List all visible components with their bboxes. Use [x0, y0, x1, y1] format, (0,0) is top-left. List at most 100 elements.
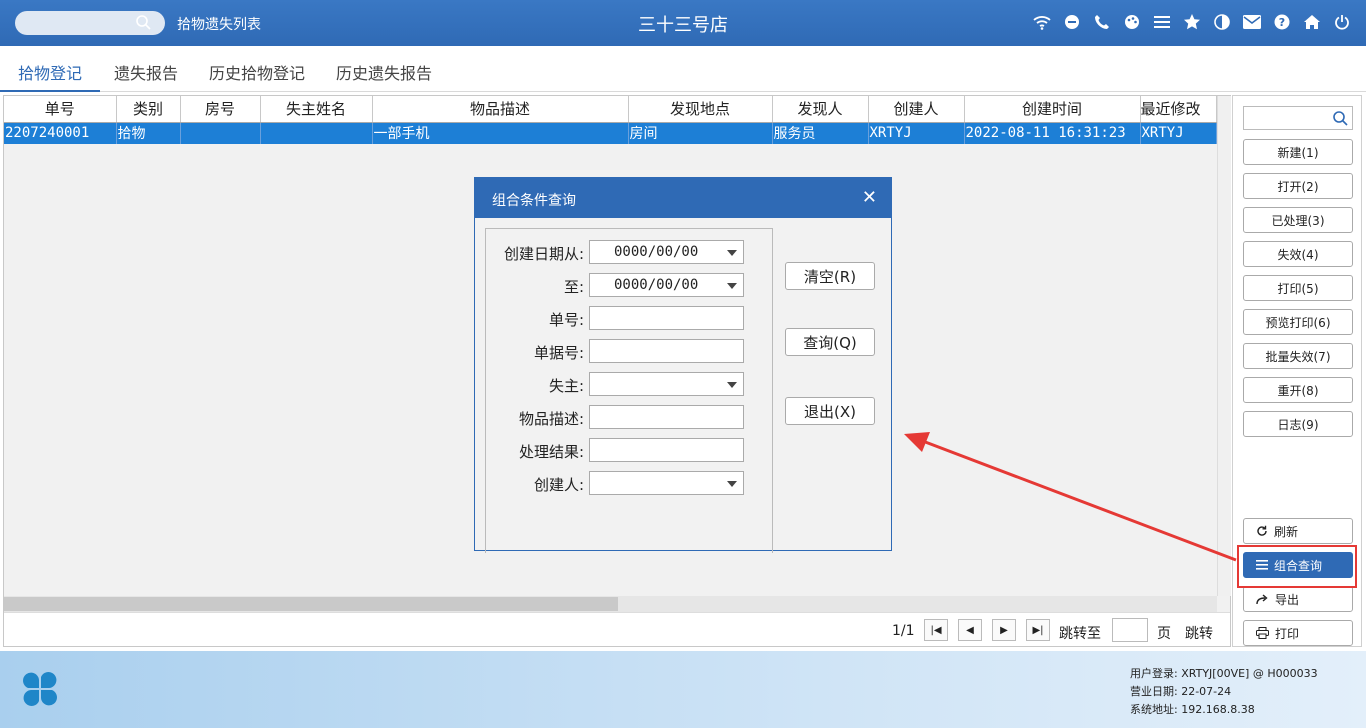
- wifi-icon[interactable]: [1032, 12, 1052, 32]
- column-header[interactable]: 发现人: [772, 96, 869, 123]
- prev-page-icon: ◀: [966, 624, 974, 636]
- open-button[interactable]: 打开(2): [1243, 173, 1353, 199]
- close-icon[interactable]: ✕: [862, 189, 877, 207]
- reopen-button[interactable]: 重开(8): [1243, 377, 1353, 403]
- field-label: 至:: [563, 278, 584, 296]
- combined-query-dialog: 组合条件查询 ✕ 创建日期从: 0000/00/00 至: 0000/00/00…: [474, 177, 892, 553]
- mail-icon[interactable]: [1242, 12, 1262, 32]
- field-label: 单据号:: [533, 344, 584, 362]
- column-header[interactable]: 物品描述: [372, 96, 629, 123]
- order-number-input[interactable]: [589, 306, 744, 330]
- first-page-button[interactable]: |◀: [924, 619, 948, 641]
- chat-icon[interactable]: [1062, 12, 1082, 32]
- creator-select[interactable]: [589, 471, 744, 495]
- jump-button[interactable]: 跳转: [1185, 623, 1213, 643]
- item-description-input[interactable]: [589, 405, 744, 429]
- created-from-date-select[interactable]: 0000/00/00: [589, 240, 744, 264]
- clear-button[interactable]: 清空(R): [785, 262, 875, 290]
- refresh-label: 刷新: [1274, 524, 1299, 539]
- tab-history-found[interactable]: 历史拾物登记: [209, 60, 305, 84]
- vertical-scrollbar[interactable]: [1217, 96, 1231, 596]
- data-table: 单号 类别 房号 失主姓名 物品描述 发现地点 发现人 创建人 创建时间 最近修…: [4, 96, 1217, 144]
- column-header[interactable]: 单号: [4, 96, 117, 123]
- dropdown-arrow-icon: [727, 283, 737, 289]
- preview-print-button[interactable]: 预览打印(6): [1243, 309, 1353, 335]
- login-label: 用户登录:: [1130, 667, 1178, 680]
- field-label: 创建人:: [533, 476, 584, 494]
- table-cell: [180, 122, 261, 144]
- column-header[interactable]: 失主姓名: [260, 96, 373, 123]
- last-page-button[interactable]: ▶|: [1026, 619, 1050, 641]
- table-cell: 2022-08-11 16:31:23: [964, 122, 1141, 144]
- field-label: 创建日期从:: [503, 245, 584, 263]
- field-row-document: 单据号:: [486, 339, 774, 363]
- column-header[interactable]: 发现地点: [628, 96, 773, 123]
- table-header: 单号 类别 房号 失主姓名 物品描述 发现地点 发现人 创建人 创建时间 最近修…: [4, 96, 1217, 123]
- print-item-button[interactable]: 打印(5): [1243, 275, 1353, 301]
- column-header[interactable]: 房号: [180, 96, 261, 123]
- tab-found-items[interactable]: 拾物登记: [18, 60, 82, 84]
- column-header[interactable]: 最近修改: [1140, 96, 1217, 123]
- next-page-button[interactable]: ▶: [992, 619, 1016, 641]
- invalidate-button[interactable]: 失效(4): [1243, 241, 1353, 267]
- print-button[interactable]: 打印: [1243, 620, 1353, 646]
- phone-icon[interactable]: [1092, 12, 1112, 32]
- prev-page-button[interactable]: ◀: [958, 619, 982, 641]
- log-button[interactable]: 日志(9): [1243, 411, 1353, 437]
- contrast-icon[interactable]: [1212, 12, 1232, 32]
- menu-icon[interactable]: [1152, 12, 1172, 32]
- owner-select[interactable]: [589, 372, 744, 396]
- home-icon[interactable]: [1302, 12, 1322, 32]
- sidebar-search-input[interactable]: [1243, 106, 1353, 130]
- jump-to-label: 跳转至: [1059, 626, 1101, 642]
- page-number-input[interactable]: [1112, 618, 1148, 642]
- refresh-icon: [1257, 525, 1267, 536]
- dropdown-arrow-icon: [727, 250, 737, 256]
- exit-button[interactable]: 退出(X): [785, 397, 875, 425]
- dropdown-arrow-icon: [727, 382, 737, 388]
- help-icon[interactable]: ?: [1272, 12, 1292, 32]
- export-label: 导出: [1275, 592, 1300, 607]
- business-date-value: 22-07-24: [1181, 685, 1232, 698]
- field-label: 失主:: [548, 377, 584, 395]
- horizontal-scrollbar[interactable]: [4, 596, 1217, 612]
- refresh-button[interactable]: 刷新: [1243, 518, 1353, 544]
- first-page-icon: |◀: [930, 624, 942, 636]
- system-address-value: 192.168.8.38: [1181, 703, 1255, 716]
- created-to-date-select[interactable]: 0000/00/00: [589, 273, 744, 297]
- next-page-icon: ▶: [1000, 624, 1008, 636]
- column-header[interactable]: 创建时间: [964, 96, 1141, 123]
- palette-icon[interactable]: [1122, 12, 1142, 32]
- print-label: 打印: [1275, 626, 1300, 641]
- new-button[interactable]: 新建(1): [1243, 139, 1353, 165]
- column-header[interactable]: 创建人: [868, 96, 965, 123]
- app-logo-icon: [23, 672, 57, 706]
- field-row-result: 处理结果:: [486, 438, 774, 462]
- tab-lost-reports[interactable]: 遗失报告: [114, 60, 178, 84]
- table-cell: 2207240001: [4, 122, 117, 144]
- horizontal-scroll-thumb[interactable]: [4, 597, 618, 611]
- table-cell: 服务员: [772, 122, 869, 144]
- export-button[interactable]: 导出: [1243, 586, 1353, 612]
- status-footer: 用户登录: XRTYJ[00VE] @ H000033 营业日期: 22-07-…: [0, 651, 1366, 728]
- handling-result-input[interactable]: [589, 438, 744, 462]
- processed-button[interactable]: 已处理(3): [1243, 207, 1353, 233]
- table-row[interactable]: 2207240001 拾物 一部手机 房间 服务员 XRTYJ 2022-08-…: [4, 122, 1217, 144]
- field-label: 处理结果:: [518, 443, 584, 461]
- star-icon[interactable]: [1182, 12, 1202, 32]
- page-unit-label: 页: [1157, 626, 1171, 642]
- document-number-input[interactable]: [589, 339, 744, 363]
- power-icon[interactable]: [1332, 12, 1352, 32]
- field-row-created-from: 创建日期从: 0000/00/00: [486, 240, 774, 264]
- table-cell: 一部手机: [372, 122, 629, 144]
- tab-history-lost[interactable]: 历史遗失报告: [336, 60, 432, 84]
- title-bar: 拾物遗失列表 三十三号店 ?: [0, 0, 1366, 46]
- printer-icon: [1256, 627, 1269, 639]
- table-cell: XRTYJ: [1140, 122, 1217, 144]
- column-header[interactable]: 类别: [116, 96, 181, 123]
- last-page-icon: ▶|: [1032, 624, 1044, 636]
- query-button[interactable]: 查询(Q): [785, 328, 875, 356]
- table-cell: XRTYJ: [868, 122, 965, 144]
- batch-invalidate-button[interactable]: 批量失效(7): [1243, 343, 1353, 369]
- table-cell: 房间: [628, 122, 773, 144]
